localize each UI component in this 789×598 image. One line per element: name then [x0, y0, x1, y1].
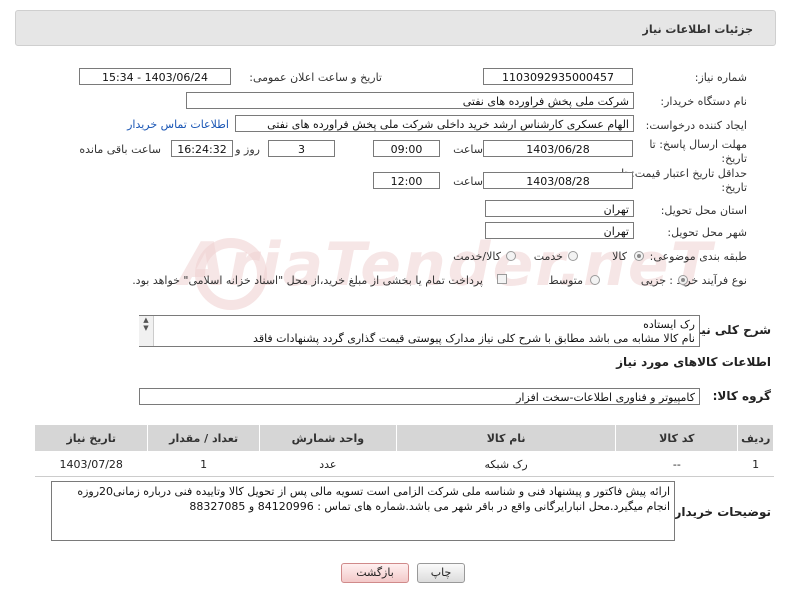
category-radio-goods[interactable] [634, 251, 644, 261]
goods-section-title: اطلاعات کالاهای مورد نیاز [616, 355, 771, 369]
treasury-payment-note: پرداخت تمام یا بخشی از مبلغ خرید،از محل … [132, 274, 483, 287]
validity-label: حداقل تاریخ اعتبار قیمت: تا [621, 167, 747, 180]
days-field: 3 [268, 140, 335, 157]
buyer-org-field: شرکت ملی پخش فراورده های نفتی [186, 92, 634, 109]
cell-unit: عدد [259, 451, 397, 477]
cell-qty: 1 [147, 451, 260, 477]
col-code: کد کالا [615, 424, 739, 452]
col-unit: واحد شمارش [258, 424, 397, 452]
creator-field: الهام عسکری کارشناس ارشد خرید داخلی شرکت… [235, 115, 634, 132]
city-label: شهر محل تحویل: [667, 226, 747, 239]
description-scrollbar[interactable]: ▲ ▼ [139, 316, 154, 346]
remaining-time-field: 16:24:32 [171, 140, 233, 157]
buyer-contact-link[interactable]: اطلاعات تماس خریدار [127, 118, 229, 131]
col-date: تاریخ نیاز [33, 424, 149, 452]
validity-date-field: 1403/08/28 [483, 172, 633, 189]
process-option-minor: جزیی [640, 274, 666, 287]
page-title: جزئیات اطلاعات نیاز [642, 23, 754, 36]
deadline-time-field: 09:00 [373, 140, 440, 157]
description-textarea[interactable]: رک ایستاده نام کالا مشابه می باشد مطابق … [139, 315, 700, 347]
province-field: تهران [485, 200, 634, 217]
deadline-time-label: ساعت [453, 143, 483, 156]
goods-group-label: گروه کالا: [712, 389, 771, 403]
cell-row: 1 [737, 451, 774, 477]
validity-label-2: تاریخ: [721, 181, 747, 194]
deadline-label: مهلت ارسال پاسخ: تا [649, 138, 747, 151]
col-qty: تعداد / مقدار [147, 424, 260, 452]
goods-group-field: کامپیوتر و فناوری اطلاعات-سخت افزار [139, 388, 700, 405]
print-button[interactable]: چاپ [417, 563, 465, 583]
back-button[interactable]: بازگشت [341, 563, 409, 583]
cell-date: 1403/07/28 [34, 451, 148, 477]
validity-time-field: 12:00 [373, 172, 440, 189]
creator-label: ایجاد کننده درخواست: [645, 119, 747, 132]
description-line-1: رک ایستاده [643, 318, 695, 331]
process-radio-medium[interactable] [590, 275, 600, 285]
category-option-goods-service: کالا/خدمت [453, 250, 501, 263]
table-row: 1 -- رک شبکه عدد 1 1403/07/28 [34, 451, 774, 477]
deadline-date-field: 1403/06/28 [483, 140, 633, 157]
description-line-2: نام کالا مشابه می باشد مطابق با شرح کلی … [253, 332, 695, 345]
goods-table: ردیف کد کالا نام کالا واحد شمارش تعداد /… [33, 424, 774, 477]
category-radio-goods-service[interactable] [506, 251, 516, 261]
category-option-service: خدمت [533, 250, 563, 263]
cell-name: رک شبکه [396, 451, 616, 477]
header-panel: جزئیات اطلاعات نیاز [15, 10, 776, 46]
need-number-field: 1103092935000457 [483, 68, 633, 85]
announce-label: تاریخ و ساعت اعلان عمومی: [249, 71, 382, 84]
remaining-label: ساعت باقی مانده [79, 143, 161, 156]
goods-table-header: ردیف کد کالا نام کالا واحد شمارش تعداد /… [33, 424, 774, 452]
announce-field: 1403/06/24 - 15:34 [79, 68, 231, 85]
need-number-label: شماره نیاز: [694, 71, 747, 84]
buyer-notes-label: توضیحات خریدار: [669, 505, 771, 519]
days-label: روز و [235, 143, 260, 156]
scroll-up-icon[interactable]: ▲ [139, 316, 153, 324]
process-option-medium: متوسط [548, 274, 583, 287]
category-option-goods: کالا [612, 250, 627, 263]
province-label: استان محل تحویل: [660, 204, 747, 217]
cell-code: -- [615, 451, 738, 477]
validity-time-label: ساعت [453, 175, 483, 188]
buyer-org-label: نام دستگاه خریدار: [660, 95, 747, 108]
col-row: ردیف [737, 424, 774, 452]
category-label: طبقه بندی موضوعی: [649, 250, 747, 263]
category-radio-service[interactable] [568, 251, 578, 261]
process-radio-minor[interactable] [678, 275, 688, 285]
treasury-payment-checkbox[interactable] [497, 274, 507, 284]
col-name: نام کالا [395, 424, 617, 452]
buyer-notes-textarea[interactable]: ارائه پیش فاکتور و پیشنهاد فنی و شناسه م… [51, 481, 675, 541]
scroll-down-icon[interactable]: ▼ [139, 324, 153, 332]
deadline-label-2: تاریخ: [721, 152, 747, 165]
city-field: تهران [485, 222, 634, 239]
